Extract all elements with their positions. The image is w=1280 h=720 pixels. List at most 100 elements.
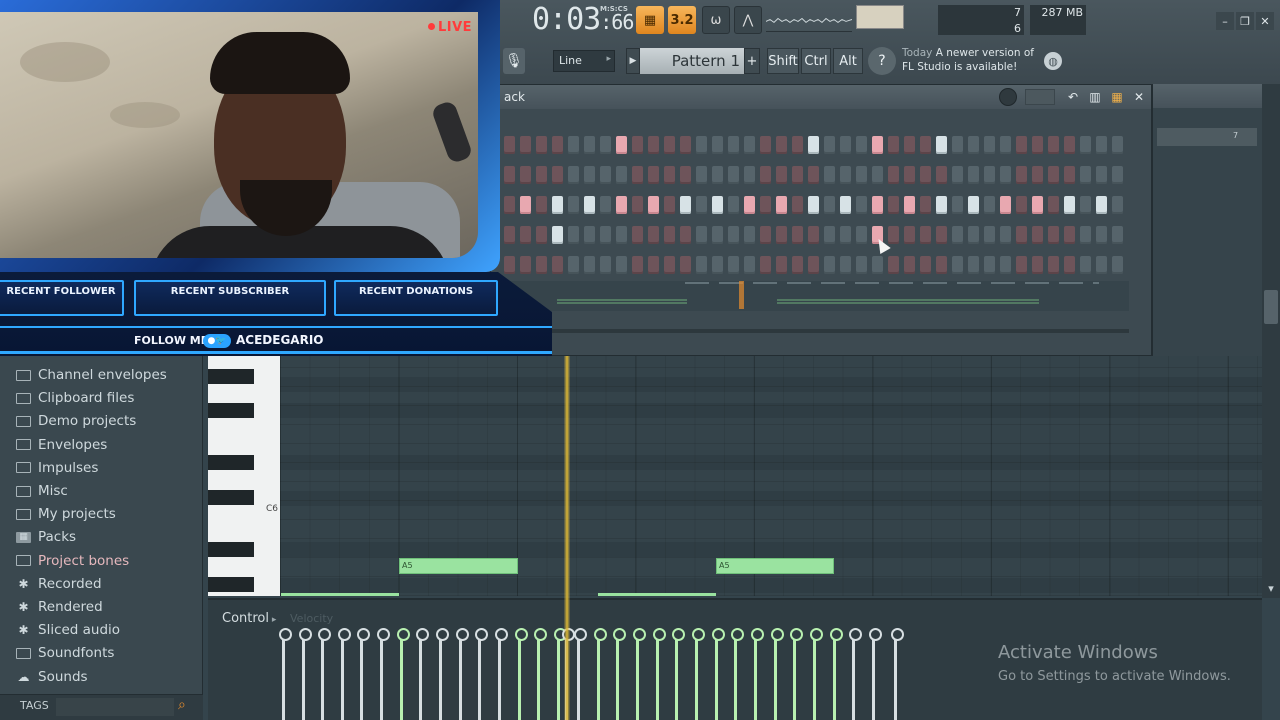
step-button[interactable] xyxy=(1032,226,1043,244)
step-button[interactable] xyxy=(1080,256,1091,274)
step-button[interactable] xyxy=(760,256,771,274)
step-button[interactable] xyxy=(1064,166,1075,184)
step-button[interactable] xyxy=(952,136,963,154)
tempo-tapper-button[interactable]: 3.2 xyxy=(668,6,696,34)
browser-item[interactable]: ✱ Rendered xyxy=(16,596,102,618)
step-button[interactable] xyxy=(1048,256,1059,274)
black-key[interactable] xyxy=(208,490,254,505)
browser-item[interactable]: Soundfonts xyxy=(16,642,114,664)
online-news-icon[interactable]: ? xyxy=(868,47,896,75)
step-button[interactable] xyxy=(680,256,691,274)
browser-item[interactable]: My projects xyxy=(16,503,116,525)
step-button[interactable] xyxy=(1032,256,1043,274)
typing-keyboard-button[interactable]: ▦ xyxy=(636,6,664,34)
step-button[interactable] xyxy=(952,256,963,274)
step-button[interactable] xyxy=(1016,256,1027,274)
step-button[interactable] xyxy=(920,226,931,244)
step-button[interactable] xyxy=(888,166,899,184)
step-button[interactable] xyxy=(856,196,867,214)
pattern-name[interactable]: Pattern 1 xyxy=(640,48,744,74)
step-button[interactable] xyxy=(648,136,659,154)
step-button[interactable] xyxy=(1064,226,1075,244)
step-button[interactable] xyxy=(600,226,611,244)
velocity-stem[interactable] xyxy=(554,628,567,720)
control-label[interactable]: Control xyxy=(222,611,276,626)
step-button[interactable] xyxy=(824,166,835,184)
browser-item[interactable]: Clipboard files xyxy=(16,387,134,409)
step-button[interactable] xyxy=(856,136,867,154)
snap-mode-select[interactable]: Line xyxy=(553,50,615,72)
step-button[interactable] xyxy=(1016,226,1027,244)
step-button[interactable] xyxy=(840,166,851,184)
step-button[interactable] xyxy=(1064,256,1075,274)
velocity-stem[interactable] xyxy=(318,628,331,720)
step-button[interactable] xyxy=(616,166,627,184)
browser-item[interactable]: ✱ Sliced audio xyxy=(16,619,120,641)
step-button[interactable] xyxy=(1112,226,1123,244)
step-button[interactable] xyxy=(776,226,787,244)
velocity-stem[interactable] xyxy=(279,628,292,720)
step-button[interactable] xyxy=(808,136,819,154)
step-button[interactable] xyxy=(744,226,755,244)
step-button[interactable] xyxy=(776,196,787,214)
step-button[interactable] xyxy=(1000,136,1011,154)
note-partial[interactable] xyxy=(281,593,399,596)
step-button[interactable] xyxy=(552,226,563,244)
step-button[interactable] xyxy=(584,166,595,184)
step-button[interactable] xyxy=(1112,196,1123,214)
step-button[interactable] xyxy=(568,166,579,184)
browser-item[interactable]: ✱ Recorded xyxy=(16,573,101,595)
step-button[interactable] xyxy=(984,196,995,214)
channel-rack-titlebar[interactable]: ack ↶ ▥ ▦ ✕ xyxy=(491,85,1151,109)
globe-icon[interactable]: ◍ xyxy=(1044,52,1062,70)
step-button[interactable] xyxy=(824,136,835,154)
step-button[interactable] xyxy=(712,136,723,154)
step-button[interactable] xyxy=(824,196,835,214)
step-button[interactable] xyxy=(664,166,675,184)
step-button[interactable] xyxy=(904,256,915,274)
step-button[interactable] xyxy=(728,196,739,214)
step-button[interactable] xyxy=(776,166,787,184)
step-button[interactable] xyxy=(792,226,803,244)
velocity-stem[interactable] xyxy=(712,628,725,720)
step-button[interactable] xyxy=(776,256,787,274)
step-button[interactable] xyxy=(792,136,803,154)
step-button[interactable] xyxy=(1096,136,1107,154)
velocity-stem[interactable] xyxy=(653,628,666,720)
velocity-stem[interactable] xyxy=(299,628,312,720)
browser-item[interactable]: Project bones xyxy=(16,550,129,572)
step-button[interactable] xyxy=(1096,226,1107,244)
black-key[interactable] xyxy=(208,403,254,418)
step-button[interactable] xyxy=(584,136,595,154)
step-button[interactable] xyxy=(920,166,931,184)
step-button[interactable] xyxy=(1032,196,1043,214)
loop-record-button[interactable]: ω xyxy=(702,6,730,34)
metronome-button[interactable]: ⋀ xyxy=(734,6,762,34)
step-button[interactable] xyxy=(760,166,771,184)
vertical-scrollbar[interactable]: ▾ xyxy=(1262,84,1280,598)
velocity-stem[interactable] xyxy=(338,628,351,720)
step-button[interactable] xyxy=(920,136,931,154)
step-button[interactable] xyxy=(664,196,675,214)
step-button[interactable] xyxy=(936,166,947,184)
step-button[interactable] xyxy=(1032,166,1043,184)
graph-editor-icon[interactable]: ▥ xyxy=(1087,89,1103,105)
step-button[interactable] xyxy=(936,196,947,214)
step-button[interactable] xyxy=(744,256,755,274)
step-button[interactable] xyxy=(984,226,995,244)
step-button[interactable] xyxy=(808,256,819,274)
step-button[interactable] xyxy=(1096,256,1107,274)
step-button[interactable] xyxy=(936,256,947,274)
step-button[interactable] xyxy=(728,136,739,154)
browser-item[interactable]: Impulses xyxy=(16,457,98,479)
step-button[interactable] xyxy=(632,226,643,244)
step-button[interactable] xyxy=(888,256,899,274)
step-button[interactable] xyxy=(1032,136,1043,154)
step-button[interactable] xyxy=(760,136,771,154)
step-button[interactable] xyxy=(648,166,659,184)
step-button[interactable] xyxy=(952,196,963,214)
step-button[interactable] xyxy=(1080,136,1091,154)
step-button[interactable] xyxy=(1064,136,1075,154)
scroll-down-icon[interactable]: ▾ xyxy=(1262,578,1280,598)
step-button[interactable] xyxy=(632,196,643,214)
